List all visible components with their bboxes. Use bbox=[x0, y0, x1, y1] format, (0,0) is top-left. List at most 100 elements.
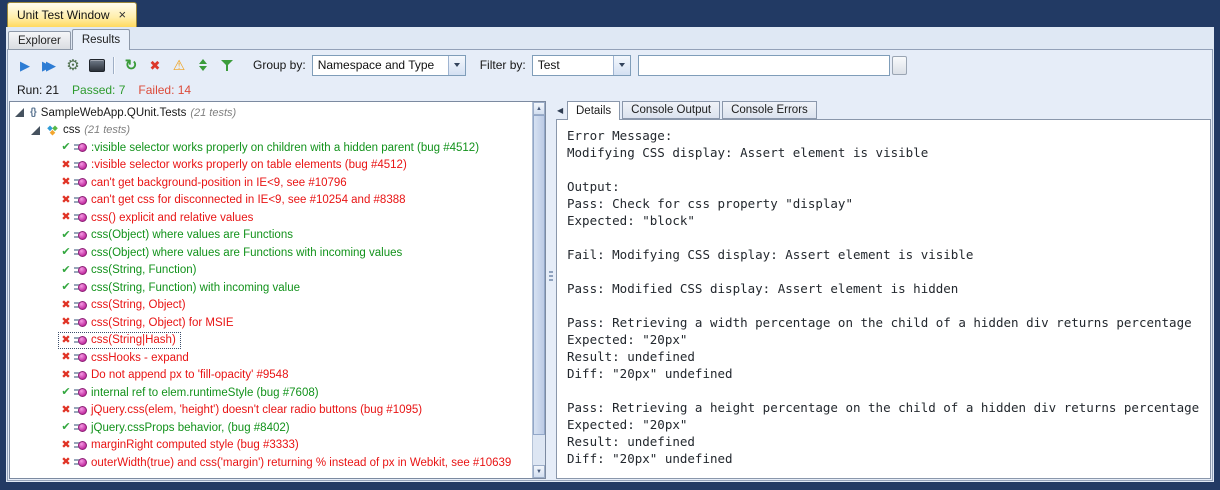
test-method-icon bbox=[74, 281, 87, 294]
test-label: css(Object) where values are Functions w… bbox=[91, 247, 404, 259]
browser-button[interactable] bbox=[85, 54, 109, 77]
expander-icon[interactable] bbox=[15, 108, 24, 117]
test-label: can't get css for disconnected in IE<9, … bbox=[91, 194, 408, 206]
run-all-button[interactable]: ▶▶ bbox=[37, 54, 61, 77]
filter-search-input[interactable] bbox=[638, 55, 890, 76]
tab-console-output[interactable]: Console Output bbox=[622, 101, 720, 119]
module-icon bbox=[46, 124, 59, 137]
tab-console-errors[interactable]: Console Errors bbox=[722, 101, 817, 119]
panel-splitter[interactable] bbox=[546, 101, 556, 479]
unit-test-window: Unit Test Window × Explorer Results ▶ ▶▶… bbox=[0, 0, 1220, 490]
test-status-icon: ✔ bbox=[59, 142, 73, 153]
test-method-icon bbox=[74, 439, 87, 452]
test-row[interactable]: ✖ outerWidth(true) and css('margin') ret… bbox=[10, 454, 532, 472]
test-status-icon: ✔ bbox=[59, 265, 73, 276]
test-method-icon bbox=[74, 369, 87, 382]
test-row[interactable]: ✖ marginRight computed style (bug #3333) bbox=[10, 437, 532, 455]
test-row[interactable]: ✖ css() explicit and relative values bbox=[10, 209, 532, 227]
gear-icon: ⚙ bbox=[66, 58, 79, 73]
tab-explorer-label: Explorer bbox=[18, 35, 61, 47]
filter-by-label: Filter by: bbox=[480, 58, 526, 72]
view-tab-strip: Explorer Results bbox=[8, 29, 131, 50]
test-row[interactable]: ✖ :visible selector works properly on ta… bbox=[10, 157, 532, 175]
test-row[interactable]: ✖ cssHooks - expand bbox=[10, 349, 532, 367]
test-label: css(String, Object) bbox=[91, 299, 188, 311]
window-body: Explorer Results ▶ ▶▶ ⚙ ↻ ✖ ⚠ Group by: bbox=[6, 27, 1214, 482]
test-label: can't get background-position in IE<9, s… bbox=[91, 177, 349, 189]
run-count: Run: 21 bbox=[17, 83, 59, 98]
play-all-icon: ▶▶ bbox=[42, 59, 50, 72]
test-label: Do not append px to 'fill-opacity' #9548 bbox=[91, 369, 290, 381]
failed-count: Failed: 14 bbox=[138, 83, 191, 98]
tree-node-css[interactable]: css (21 tests) bbox=[10, 122, 532, 140]
chevron-down-icon[interactable] bbox=[448, 56, 465, 75]
window-title: Unit Test Window bbox=[17, 8, 109, 22]
settings-button[interactable]: ⚙ bbox=[61, 54, 85, 77]
refresh-icon: ↻ bbox=[125, 58, 138, 73]
scroll-up-button[interactable]: ▲ bbox=[533, 102, 545, 115]
tab-explorer[interactable]: Explorer bbox=[8, 31, 71, 50]
test-status-icon: ✖ bbox=[59, 457, 73, 468]
doc-tab-unit-test-window[interactable]: Unit Test Window × bbox=[7, 2, 137, 27]
test-row[interactable]: ✔ css(String, Function) bbox=[10, 262, 532, 280]
scrollbar-thumb[interactable] bbox=[533, 115, 545, 435]
test-label: cssHooks - expand bbox=[91, 352, 191, 364]
test-status-icon: ✖ bbox=[59, 352, 73, 363]
chevron-down-icon[interactable] bbox=[613, 56, 630, 75]
test-row[interactable]: ✔ :visible selector works properly on ch… bbox=[10, 139, 532, 157]
test-status-icon: ✖ bbox=[59, 160, 73, 171]
refresh-button[interactable]: ↻ bbox=[119, 54, 143, 77]
test-status-icon: ✖ bbox=[59, 300, 73, 311]
filter-button[interactable] bbox=[215, 54, 239, 77]
test-method-icon bbox=[74, 456, 87, 469]
test-row[interactable]: ✔ css(String, Function) with incoming va… bbox=[10, 279, 532, 297]
test-row[interactable]: ✖ can't get background-position in IE<9,… bbox=[10, 174, 532, 192]
test-method-icon bbox=[74, 299, 87, 312]
test-method-icon bbox=[74, 141, 87, 154]
details-panel: ◀ Details Console Output Console Errors … bbox=[556, 101, 1211, 479]
test-row[interactable]: ✖ Do not append px to 'fill-opacity' #95… bbox=[10, 367, 532, 385]
module-count: (21 tests) bbox=[84, 124, 130, 136]
test-row[interactable]: ✖ css(String|Hash) bbox=[10, 332, 532, 350]
test-row[interactable]: ✔ internal ref to elem.runtimeStyle (bug… bbox=[10, 384, 532, 402]
test-row[interactable]: ✔ jQuery.cssProps behavior, (bug #8402) bbox=[10, 419, 532, 437]
test-list: ✔ :visible selector works properly on ch… bbox=[10, 139, 532, 472]
tab-details[interactable]: Details bbox=[567, 101, 620, 120]
test-method-icon bbox=[74, 229, 87, 242]
test-label: css(String, Function) with incoming valu… bbox=[91, 282, 302, 294]
show-failed-button[interactable]: ✖ bbox=[143, 54, 167, 77]
scroll-down-button[interactable]: ▼ bbox=[533, 465, 545, 478]
funnel-icon bbox=[221, 59, 234, 72]
test-row[interactable]: ✖ css(String, Object) bbox=[10, 297, 532, 315]
run-test-button[interactable]: ▶ bbox=[13, 54, 37, 77]
test-method-icon bbox=[74, 386, 87, 399]
expand-collapse-button[interactable] bbox=[191, 54, 215, 77]
test-label: css() explicit and relative values bbox=[91, 212, 255, 224]
tab-results[interactable]: Results bbox=[72, 29, 130, 50]
scroll-up-icon: ▲ bbox=[536, 106, 542, 112]
test-status-icon: ✔ bbox=[59, 230, 73, 241]
test-row[interactable]: ✔ css(Object) where values are Functions… bbox=[10, 244, 532, 262]
test-label: css(Object) where values are Functions bbox=[91, 229, 295, 241]
test-tree-panel: {} SampleWebApp.QUnit.Tests (21 tests) c… bbox=[9, 101, 546, 479]
test-label: :visible selector works properly on chil… bbox=[91, 142, 481, 154]
tab-details-label: Details bbox=[576, 105, 611, 117]
show-warnings-button[interactable]: ⚠ bbox=[167, 54, 191, 77]
test-status-icon: ✔ bbox=[59, 387, 73, 398]
test-status-icon: ✔ bbox=[59, 282, 73, 293]
group-by-select[interactable]: Namespace and Type bbox=[312, 55, 466, 76]
tree-node-namespace[interactable]: {} SampleWebApp.QUnit.Tests (21 tests) bbox=[10, 104, 532, 122]
expander-icon[interactable] bbox=[31, 126, 40, 135]
tab-results-label: Results bbox=[82, 34, 120, 46]
tree-scrollbar[interactable]: ▲ ▼ bbox=[532, 102, 545, 478]
test-row[interactable]: ✖ css(String, Object) for MSIE bbox=[10, 314, 532, 332]
close-icon[interactable]: × bbox=[118, 10, 126, 20]
module-label: css bbox=[63, 124, 80, 136]
filter-by-select[interactable]: Test bbox=[532, 55, 631, 76]
filter-apply-button[interactable] bbox=[892, 56, 907, 75]
test-row[interactable]: ✔ css(Object) where values are Functions bbox=[10, 227, 532, 245]
tab-scroll-left-icon[interactable]: ◀ bbox=[557, 106, 563, 115]
test-row[interactable]: ✖ jQuery.css(elem, 'height') doesn't cle… bbox=[10, 402, 532, 420]
test-row[interactable]: ✖ can't get css for disconnected in IE<9… bbox=[10, 192, 532, 210]
namespace-icon: {} bbox=[30, 107, 36, 118]
